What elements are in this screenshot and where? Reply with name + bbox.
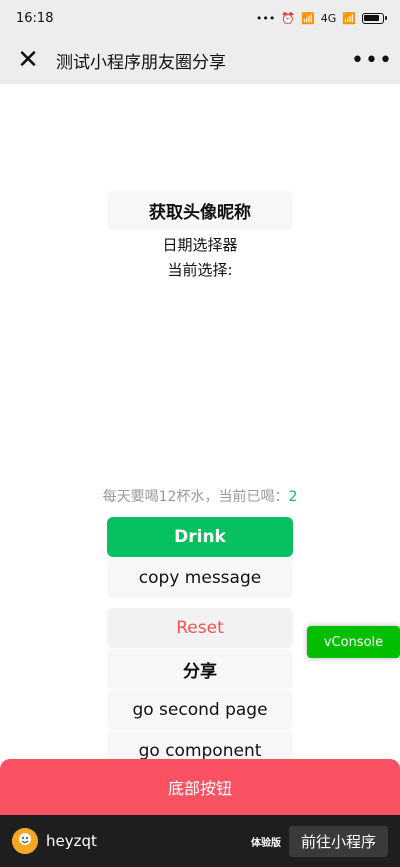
current-selection-label: 当前选择: bbox=[167, 261, 233, 279]
username: heyzqt bbox=[46, 832, 97, 850]
water-counter: 每天要喝12杯水，当前已喝：2 bbox=[0, 486, 400, 506]
nav-bar: ✕ 测试小程序朋友圈分享 ••• bbox=[0, 36, 400, 84]
alarm-icon: ⏰ bbox=[281, 11, 296, 25]
status-icons: ••• ⏰ 📶 4G 📶 bbox=[255, 11, 387, 25]
signal-icon: 📶 bbox=[301, 11, 315, 25]
close-icon[interactable]: ✕ bbox=[0, 36, 56, 84]
avatar-icon bbox=[12, 828, 38, 854]
signal-text: 4G bbox=[320, 11, 337, 25]
share-button[interactable]: 分享 bbox=[107, 649, 293, 689]
copy-message-button[interactable]: copy message bbox=[107, 558, 293, 598]
water-counter-prefix: 每天要喝12杯水，当前已喝： bbox=[102, 489, 289, 505]
water-counter-value: 2 bbox=[288, 489, 298, 505]
main-content: 获取头像昵称 日期选择器 当前选择: 每天要喝12杯水，当前已喝：2 Drink… bbox=[0, 84, 400, 784]
wifi-icon: 📶 bbox=[342, 11, 356, 25]
go-second-page-button[interactable]: go second page bbox=[107, 690, 293, 730]
page-title: 测试小程序朋友圈分享 bbox=[56, 52, 226, 73]
reset-button[interactable]: Reset bbox=[107, 608, 293, 648]
drink-button[interactable]: Drink bbox=[107, 517, 293, 557]
more-icon[interactable]: ••• bbox=[344, 36, 400, 84]
status-bar: 16:18 ••• ⏰ 📶 4G 📶 bbox=[0, 0, 400, 36]
battery-icon bbox=[362, 12, 387, 24]
more-dots-icon: ••• bbox=[255, 11, 276, 25]
bottom-button[interactable]: 底部按钮 bbox=[0, 759, 400, 815]
avatar bbox=[12, 828, 38, 854]
vconsole-button[interactable]: vConsole bbox=[307, 626, 400, 658]
date-picker-label[interactable]: 日期选择器 bbox=[0, 234, 400, 255]
get-avatar-button[interactable]: 获取头像昵称 bbox=[107, 190, 293, 230]
footer-bar: heyzqt 体验版 前往小程序 bbox=[0, 815, 400, 867]
open-miniprogram-button[interactable]: 前往小程序 bbox=[288, 825, 388, 857]
trial-version-tag: 体验版 bbox=[250, 837, 281, 849]
status-time: 16:18 bbox=[16, 10, 54, 26]
